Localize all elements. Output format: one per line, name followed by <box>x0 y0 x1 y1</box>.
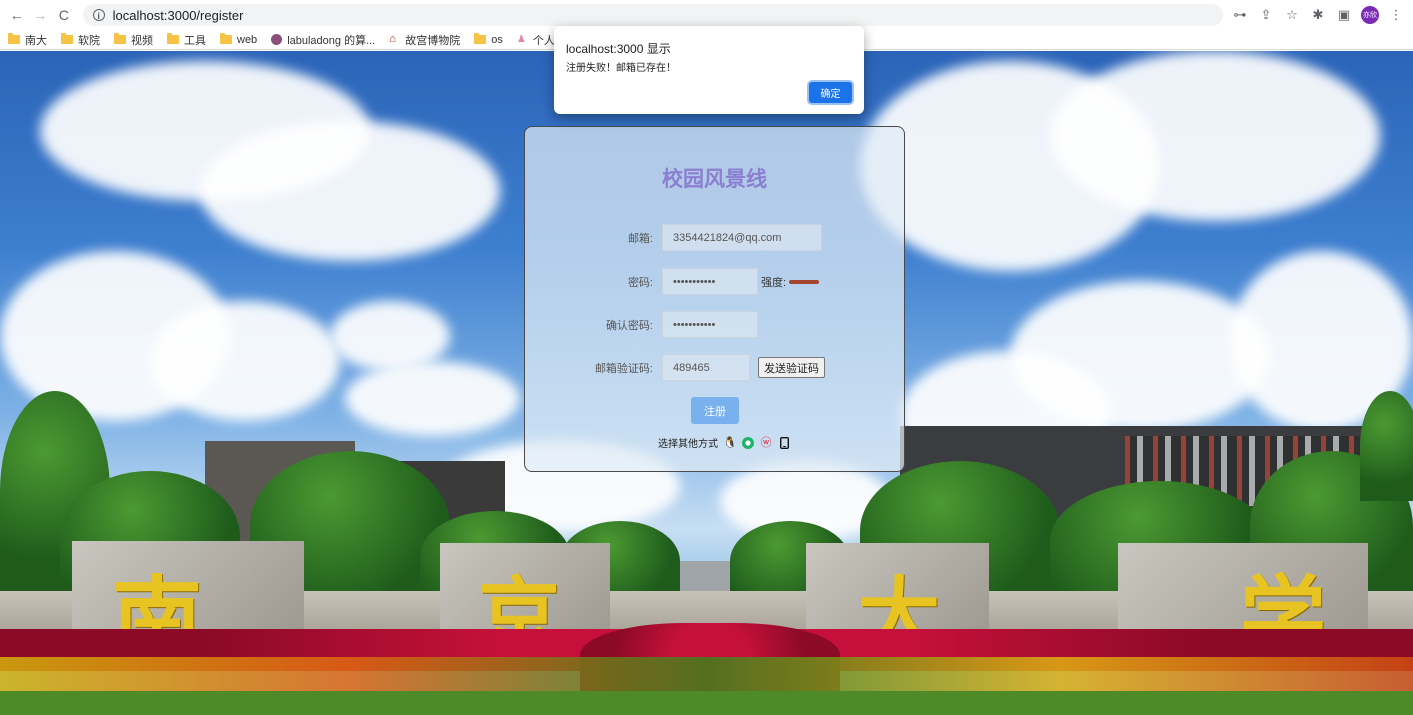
qq-icon[interactable]: 🐧 <box>723 437 737 449</box>
cloud <box>345 361 520 436</box>
code-label: 邮箱验证码: <box>594 362 653 375</box>
alert-ok-button[interactable]: 确定 <box>809 82 852 103</box>
bookmark-item[interactable]: web <box>220 33 258 46</box>
email-label: 邮箱: <box>627 232 653 245</box>
forward-icon[interactable]: → <box>32 6 50 24</box>
bookmark-item[interactable]: 软院 <box>61 32 100 48</box>
other-login-methods: 选择其他方式 🐧 ⓦ <box>658 435 790 450</box>
menu-icon[interactable]: ⋮ <box>1387 6 1405 24</box>
star-icon[interactable]: ☆ <box>1283 6 1301 24</box>
code-field[interactable]: 489465 <box>662 354 750 381</box>
bookmark-item[interactable]: ⌂ 故宫博物院 <box>389 32 460 48</box>
send-code-button[interactable]: 发送验证码 <box>758 357 825 378</box>
homepage-icon: ♟ <box>516 34 526 45</box>
side-panel-icon[interactable]: ▣ <box>1335 6 1353 24</box>
password-label: 密码: <box>627 276 653 289</box>
key-icon[interactable]: ⊶ <box>1231 6 1249 24</box>
folder-icon <box>61 33 73 44</box>
trees <box>1360 391 1413 501</box>
strength-label: 强度: <box>761 276 787 289</box>
email-field[interactable]: 3354421824@qq.com <box>662 224 822 251</box>
phone-icon[interactable] <box>778 436 790 449</box>
email-row: 邮箱: 3354421824@qq.com <box>525 224 822 251</box>
bookmark-item[interactable]: os <box>474 33 503 46</box>
bookmark-item[interactable]: 工具 <box>167 32 206 48</box>
folder-icon <box>220 33 232 44</box>
back-icon[interactable]: ← <box>8 6 26 24</box>
bookmark-label: 视频 <box>131 34 153 47</box>
bookmark-label: os <box>491 33 503 46</box>
password-row: 密码: ••••••••••• 强度: <box>525 268 820 295</box>
register-card: 校园风景线 邮箱: 3354421824@qq.com 密码: ••••••••… <box>524 126 905 472</box>
alert-message: 注册失败！邮箱已存在！ <box>566 63 676 74</box>
folder-icon <box>8 33 20 44</box>
site-title: 校园风景线 <box>662 168 767 191</box>
bookmark-label: 南大 <box>25 34 47 47</box>
url-text: localhost:3000/register <box>112 7 244 23</box>
share-icon[interactable]: ⇪ <box>1257 6 1275 24</box>
bookmark-label: 软院 <box>78 34 100 47</box>
confirm-password-label: 确认密码: <box>605 319 653 332</box>
cloud <box>1050 51 1380 221</box>
toolbar-actions: ⊶ ⇪ ☆ ✱ ▣ 亦欣 ⋮ <box>1223 6 1405 24</box>
register-button[interactable]: 注册 <box>691 397 739 424</box>
bookmark-label: labuladong 的算... <box>287 34 376 47</box>
avatar-text: 亦欣 <box>1363 12 1377 19</box>
cloud <box>200 121 500 261</box>
museum-icon: ⌂ <box>389 33 396 45</box>
bookmark-item[interactable]: 南大 <box>8 32 47 48</box>
bookmark-label: 故宫博物院 <box>405 34 461 47</box>
code-row: 邮箱验证码: 489465 发送验证码 <box>525 354 825 381</box>
strength-bar <box>789 279 820 284</box>
folder-icon <box>167 33 179 44</box>
bookmark-item[interactable]: 视频 <box>114 32 153 48</box>
folder-icon <box>114 33 126 44</box>
bookmark-label: 工具 <box>184 34 206 47</box>
weibo-icon[interactable]: ⓦ <box>760 437 772 449</box>
extensions-icon[interactable]: ✱ <box>1309 6 1327 24</box>
alert-dialog: localhost:3000 显示 注册失败！邮箱已存在！ 确定 <box>554 26 864 114</box>
lawn <box>0 691 1413 715</box>
reload-icon[interactable]: C <box>55 6 73 24</box>
other-methods-label: 选择其他方式 <box>658 439 718 450</box>
site-icon <box>271 34 283 45</box>
cloud <box>150 301 340 421</box>
wechat-icon[interactable] <box>742 436 754 449</box>
site-info-icon[interactable]: i <box>92 9 105 21</box>
folder-icon <box>474 33 487 44</box>
confirm-password-row: 确认密码: ••••••••••• <box>525 311 758 338</box>
alert-title: localhost:3000 显示 <box>566 42 671 56</box>
bookmark-label: web <box>237 33 258 46</box>
bookmark-item[interactable]: labuladong 的算... <box>271 32 375 48</box>
address-bar[interactable]: i localhost:3000/register <box>82 4 1223 26</box>
password-field[interactable]: ••••••••••• <box>662 268 758 295</box>
profile-avatar[interactable]: 亦欣 <box>1361 6 1379 24</box>
confirm-password-field[interactable]: ••••••••••• <box>662 311 758 338</box>
